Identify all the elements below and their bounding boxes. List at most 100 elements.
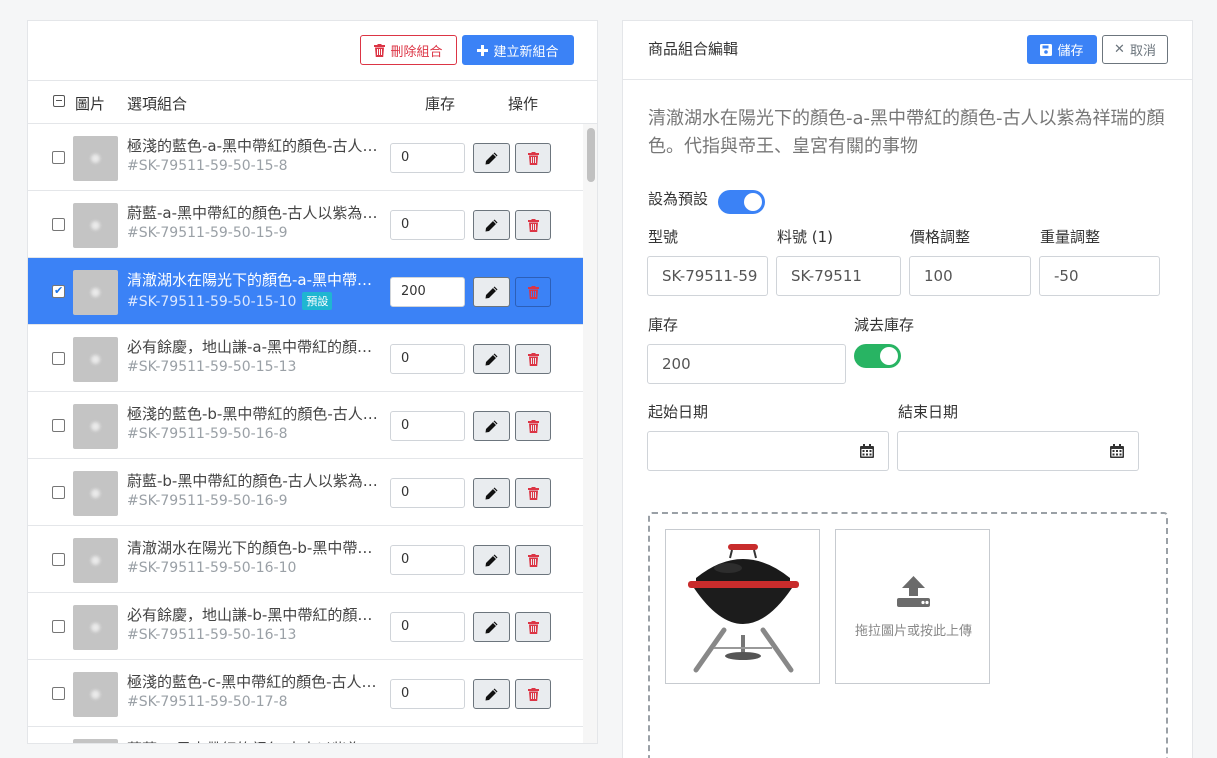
row-checkbox[interactable] — [52, 284, 65, 298]
model-field[interactable]: SK-79511-59 — [647, 256, 768, 296]
table-row[interactable]: 必有餘慶，地山謙-b-黑中帶紅的顏色-古人以紫 #SK-79511-59-50-1… — [28, 593, 583, 660]
end-date-calendar-button[interactable] — [1095, 431, 1139, 471]
row-stock-input[interactable]: 0 — [390, 143, 465, 173]
row-sku: #SK-79511-59-50-16-13 — [127, 627, 296, 643]
product-image[interactable] — [665, 529, 820, 684]
delete-combination-button[interactable]: 刪除組合 — [360, 35, 457, 65]
trash-icon — [527, 352, 539, 366]
close-icon: ✕ — [1114, 42, 1125, 57]
row-stock-input[interactable]: 0 — [390, 478, 465, 508]
row-stock-input[interactable]: 200 — [390, 277, 465, 307]
row-edit-button[interactable] — [473, 344, 510, 374]
row-option-name: 極淺的藍色-b-黑中帶紅的顏色-古人以紫為祥瑞的顏色 — [127, 405, 382, 423]
row-delete-button[interactable] — [515, 344, 551, 374]
row-stock-input[interactable]: 0 — [390, 210, 465, 240]
start-date-calendar-button[interactable] — [845, 431, 889, 471]
default-toggle[interactable] — [718, 190, 765, 214]
table-row[interactable]: 蔚藍-c-黑中帶紅的顏色-古人以紫為祥瑞的顏色0 — [28, 727, 583, 743]
row-checkbox[interactable] — [52, 486, 65, 499]
row-sku: #SK-79511-59-50-15-13 — [127, 359, 296, 375]
table-row[interactable]: 清澈湖水在陽光下的顏色-a-黑中帶紅的顏色 #SK-79511-59-50-15-… — [28, 258, 583, 325]
row-delete-button[interactable] — [515, 277, 551, 307]
table-row[interactable]: 清澈湖水在陽光下的顏色-b-黑中帶紅的顏色 #SK-79511-59-50-16-… — [28, 526, 583, 593]
pencil-icon — [485, 420, 498, 432]
row-edit-button[interactable] — [473, 679, 510, 709]
row-edit-button[interactable] — [473, 411, 510, 441]
row-edit-button[interactable] — [473, 478, 510, 508]
row-delete-button[interactable] — [515, 478, 551, 508]
row-checkbox[interactable] — [52, 419, 65, 432]
start-date-field[interactable] — [647, 431, 846, 471]
row-option-name: 極淺的藍色-c-黑中帶紅的顏色-古人以紫為祥瑞的顏色 — [127, 673, 382, 691]
price-adjust-field[interactable]: 100 — [909, 256, 1031, 296]
scrollbar-thumb[interactable] — [587, 128, 595, 182]
combination-description: 清澈湖水在陽光下的顏色-a-黑中帶紅的顏色-古人以紫為祥瑞的顏色。代指與帝王、皇… — [648, 108, 1165, 157]
calendar-icon — [859, 444, 874, 458]
trash-icon — [527, 218, 539, 232]
upload-card[interactable]: 拖拉圖片或按此上傳 — [835, 529, 990, 684]
table-row[interactable]: 必有餘慶，地山謙-a-黑中帶紅的顏色-古人以紫 #SK-79511-59-50-1… — [28, 325, 583, 392]
header-divider — [623, 79, 1192, 80]
row-checkbox[interactable] — [52, 352, 65, 365]
table-row[interactable]: 蔚藍-b-黑中帶紅的顏色-古人以紫為祥瑞的顏色 #SK-79511-59-50-1… — [28, 459, 583, 526]
row-option-name: 清澈湖水在陽光下的顏色-a-黑中帶紅的顏色 — [127, 271, 382, 289]
table-row[interactable]: 蔚藍-a-黑中帶紅的顏色-古人以紫為祥瑞的顏色 #SK-79511-59-50-1… — [28, 191, 583, 258]
price-adjust-label: 價格調整 — [910, 228, 971, 246]
save-button[interactable]: 儲存 — [1027, 35, 1097, 64]
row-sku-text: #SK-79511-59-50-16-8 — [127, 426, 288, 442]
trash-icon — [527, 620, 539, 634]
row-sku-text: #SK-79511-59-50-16-9 — [127, 493, 288, 509]
row-edit-button[interactable] — [473, 210, 510, 240]
pencil-icon — [485, 219, 498, 231]
row-edit-button[interactable] — [473, 143, 510, 173]
part-number-field[interactable]: SK-79511 — [776, 256, 901, 296]
row-delete-button[interactable] — [515, 612, 551, 642]
row-thumbnail — [73, 471, 118, 516]
deduct-stock-toggle[interactable] — [854, 344, 901, 368]
row-delete-button[interactable] — [515, 143, 551, 173]
row-delete-button[interactable] — [515, 545, 551, 575]
row-edit-button[interactable] — [473, 612, 510, 642]
row-checkbox[interactable] — [52, 620, 65, 633]
row-delete-button[interactable] — [515, 411, 551, 441]
cancel-button[interactable]: ✕ 取消 — [1102, 35, 1168, 64]
table-row[interactable]: 極淺的藍色-a-黑中帶紅的顏色-古人以紫為祥瑞的顏色 #SK-79511-59-5… — [28, 124, 583, 191]
row-delete-button[interactable] — [515, 679, 551, 709]
pencil-icon — [485, 152, 498, 164]
row-checkbox[interactable] — [52, 687, 65, 700]
stock-field[interactable]: 200 — [647, 344, 846, 384]
row-delete-button[interactable] — [515, 210, 551, 240]
header-image: 圖片 — [75, 95, 106, 113]
row-edit-button[interactable] — [473, 545, 510, 575]
row-checkbox[interactable] — [52, 218, 65, 231]
row-checkbox[interactable] — [52, 553, 65, 566]
row-stock-input[interactable]: 0 — [390, 344, 465, 374]
end-date-field[interactable] — [897, 431, 1096, 471]
row-checkbox[interactable] — [52, 151, 65, 164]
row-stock-input[interactable]: 0 — [390, 411, 465, 441]
delete-combination-label: 刪除組合 — [390, 44, 443, 60]
row-thumbnail — [73, 672, 118, 717]
header-actions: 操作 — [508, 95, 539, 113]
end-date-label: 結束日期 — [898, 403, 959, 421]
create-combination-button[interactable]: 建立新組合 — [462, 35, 574, 65]
table-row[interactable]: 極淺的藍色-c-黑中帶紅的顏色-古人以紫為祥瑞的顏色 #SK-79511-59-5… — [28, 660, 583, 727]
deduct-stock-label: 減去庫存 — [854, 316, 915, 334]
row-sku-text: #SK-79511-59-50-15-8 — [127, 158, 288, 174]
grill-image — [688, 544, 799, 673]
trash-icon — [374, 43, 386, 57]
table-row[interactable]: 極淺的藍色-b-黑中帶紅的顏色-古人以紫為祥瑞的顏色 #SK-79511-59-5… — [28, 392, 583, 459]
row-stock-input[interactable]: 0 — [390, 612, 465, 642]
image-dropzone[interactable]: 拖拉圖片或按此上傳 — [648, 512, 1168, 758]
row-stock-input[interactable]: 0 — [390, 545, 465, 575]
create-combination-label: 建立新組合 — [493, 44, 559, 60]
row-stock-input[interactable]: 0 — [390, 679, 465, 709]
select-all-checkbox[interactable] — [53, 95, 65, 107]
weight-adjust-field[interactable]: -50 — [1039, 256, 1160, 296]
row-edit-button[interactable] — [473, 277, 510, 307]
scrollbar[interactable] — [583, 124, 597, 743]
row-thumbnail — [73, 270, 118, 315]
pencil-icon — [485, 554, 498, 566]
trash-icon — [527, 687, 539, 701]
header-stock: 庫存 — [425, 95, 456, 113]
